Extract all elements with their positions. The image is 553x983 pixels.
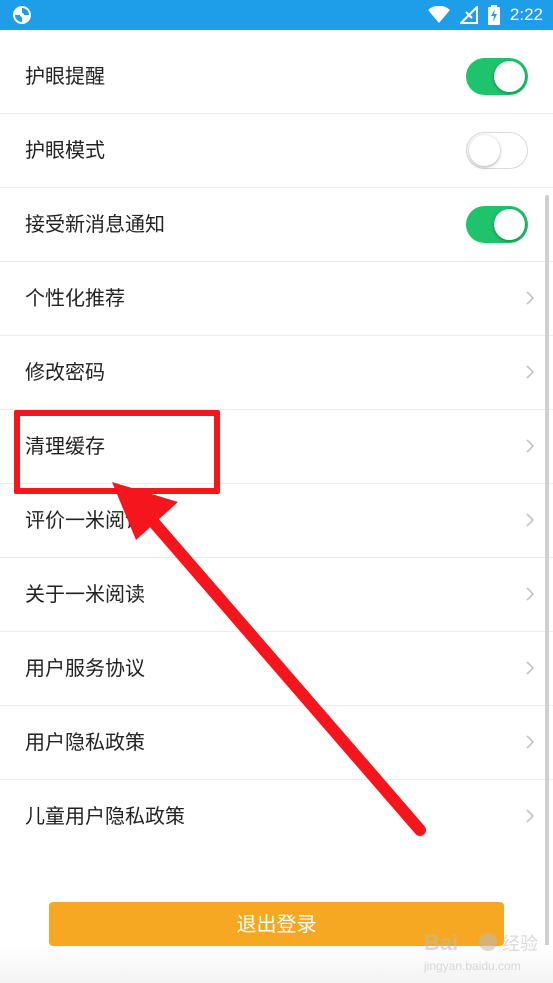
setting-label: 用户隐私政策	[25, 730, 145, 754]
setting-privacy-policy[interactable]: 用户隐私政策	[0, 706, 553, 780]
setting-label: 个性化推荐	[25, 286, 125, 310]
toggle-knob	[494, 61, 525, 92]
chevron-right-icon	[526, 809, 535, 823]
setting-notifications[interactable]: 接受新消息通知	[0, 188, 553, 262]
chevron-right-icon	[526, 365, 535, 379]
setting-label: 用户服务协议	[25, 656, 145, 680]
setting-service-agreement[interactable]: 用户服务协议	[0, 632, 553, 706]
setting-label: 评价一米阅读	[25, 508, 145, 532]
toggle-knob	[494, 209, 525, 240]
watermark-brand: Bai	[424, 930, 458, 955]
setting-label: 接受新消息通知	[25, 212, 165, 236]
setting-personalized-recommend[interactable]: 个性化推荐	[0, 262, 553, 336]
setting-about[interactable]: 关于一米阅读	[0, 558, 553, 632]
setting-children-privacy-policy[interactable]: 儿童用户隐私政策	[0, 780, 553, 854]
app-logo-icon	[13, 6, 31, 24]
annotation-highlight-box	[14, 410, 220, 494]
status-bar: 2:22	[0, 0, 553, 30]
wifi-icon	[427, 6, 450, 23]
status-time: 2:22	[509, 5, 543, 24]
setting-label: 护眼提醒	[25, 64, 105, 88]
toggle-knob	[469, 135, 500, 166]
chevron-right-icon	[526, 661, 535, 675]
setting-label: 关于一米阅读	[25, 582, 145, 606]
setting-eye-mode[interactable]: 护眼模式	[0, 114, 553, 188]
chevron-right-icon	[526, 291, 535, 305]
chevron-right-icon	[526, 587, 535, 601]
setting-change-password[interactable]: 修改密码	[0, 336, 553, 410]
watermark-domain: jingyan.baidu.com	[423, 959, 521, 973]
setting-rate-app[interactable]: 评价一米阅读	[0, 484, 553, 558]
no-signal-icon	[459, 6, 478, 24]
setting-label: 儿童用户隐私政策	[25, 804, 185, 828]
notifications-toggle[interactable]	[466, 206, 528, 243]
baidu-watermark-icon: Bai 经验 jingyan.baidu.com	[423, 930, 538, 973]
chevron-right-icon	[526, 513, 535, 527]
watermark-sub: 经验	[502, 934, 538, 955]
eye-reminder-toggle[interactable]	[466, 58, 528, 95]
scrollbar[interactable]	[545, 195, 549, 980]
chevron-right-icon	[526, 439, 535, 453]
setting-eye-reminder[interactable]: 护眼提醒	[0, 40, 553, 114]
setting-label: 护眼模式	[25, 138, 105, 162]
eye-mode-toggle[interactable]	[466, 132, 528, 169]
setting-label: 修改密码	[25, 360, 105, 384]
battery-charging-icon	[487, 5, 500, 25]
chevron-right-icon	[526, 735, 535, 749]
